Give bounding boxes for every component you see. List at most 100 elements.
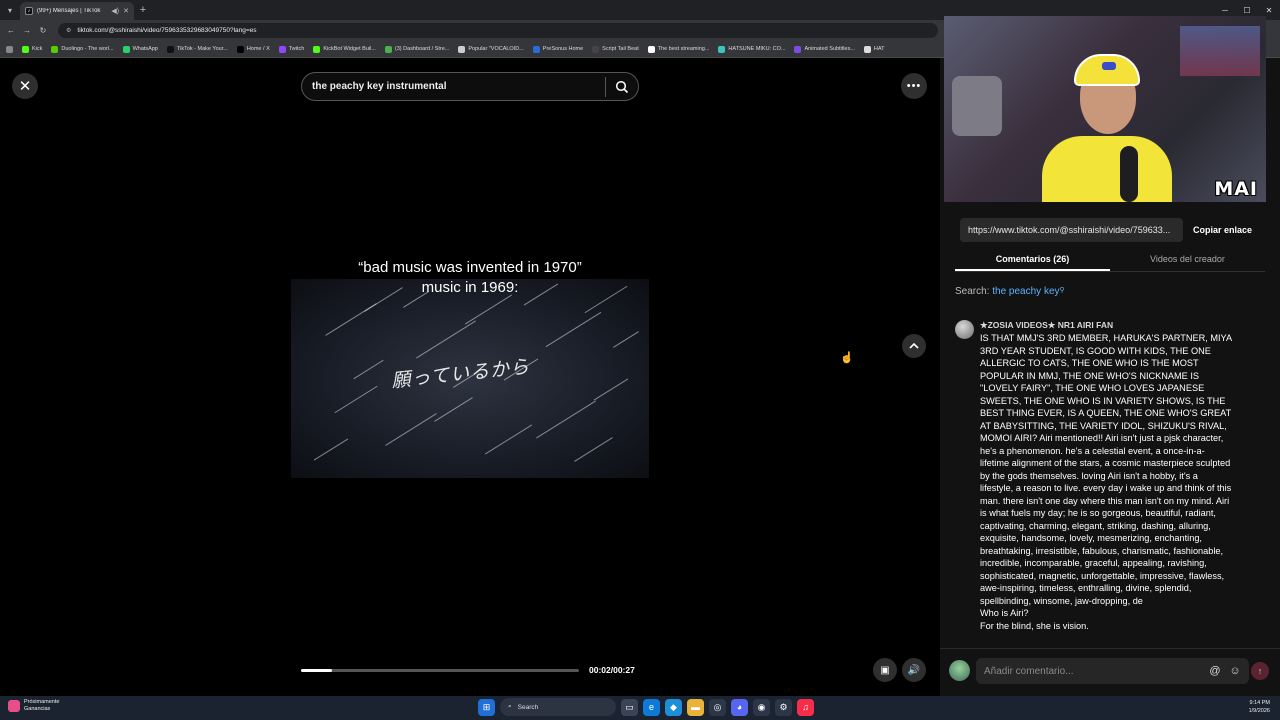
tiktok-favicon-icon: ♪ <box>25 7 33 15</box>
back-icon[interactable]: ← <box>4 24 18 38</box>
related-search-icon[interactable]: ⚲ <box>1060 287 1065 294</box>
avatar[interactable] <box>955 320 974 339</box>
floating-player-button[interactable]: ▣ <box>873 658 897 682</box>
rain-streak <box>536 400 596 439</box>
tab-comments[interactable]: Comentarios (26) <box>955 248 1110 271</box>
bookmark-label: Duolingo - The worl... <box>61 46 114 52</box>
bookmark-label: HATSUNE MIKU: CO... <box>728 46 786 52</box>
taskbar-apps: ⊞ ⌕ Search ▭ e ◆ ▬ ◎ ◕ ◉ ⚙ ♫ <box>478 698 814 716</box>
bookmark-favicon-icon <box>458 45 466 53</box>
caption-line-2: music in 1969: <box>421 279 519 296</box>
widgets-button[interactable]: Próximamente Ganancias <box>8 699 59 713</box>
bookmark-item[interactable]: Home / X <box>236 45 270 53</box>
bookmark-label: Twitch <box>288 46 305 52</box>
bookmark-favicon-icon <box>384 45 392 53</box>
file-explorer-icon[interactable]: ▬ <box>687 698 704 716</box>
bookmark-favicon-icon <box>863 45 871 53</box>
bookmark-item[interactable]: Animated Subtitles... <box>794 45 855 53</box>
chrome-icon[interactable]: ◉ <box>753 698 770 716</box>
bookmark-label: WhatsApp <box>132 46 158 52</box>
search-query[interactable]: the peachy key instrumental <box>312 81 605 92</box>
volume-icon: 🔊 <box>907 664 921 676</box>
webcam-background-chair <box>952 76 1002 136</box>
previous-video-button[interactable] <box>902 334 926 358</box>
rain-streak <box>593 378 629 401</box>
comment-input[interactable] <box>984 665 1203 677</box>
browser-tab[interactable]: ♪ (99+) Mensajes | TikTok ◀) ✕ <box>20 2 134 20</box>
comment-username[interactable]: ★ZOSIA VIDEOS★ NR1 AIRI FAN <box>980 320 1113 331</box>
forward-icon[interactable]: → <box>20 24 34 38</box>
webcam-background-shelf <box>1180 26 1260 76</box>
settings-icon[interactable]: ⚙ <box>775 698 792 716</box>
video-progress-bar[interactable] <box>301 669 579 672</box>
rain-streak <box>416 320 476 359</box>
volume-button[interactable]: 🔊 <box>902 658 926 682</box>
bookmark-item[interactable]: Duolingo - The worl... <box>51 45 114 53</box>
share-link-row: https://www.tiktok.com/@sshiraishi/video… <box>960 218 1262 242</box>
bookmark-item[interactable]: Popular "VOCALOID... <box>458 45 524 53</box>
speaker-icon[interactable]: ◀) <box>111 7 119 15</box>
rain-streak <box>574 437 613 462</box>
bookmark-item[interactable]: PreSonus Home <box>532 45 583 53</box>
url-field[interactable]: ⚙ tiktok.com/@sshiraishi/video/759633532… <box>58 23 938 38</box>
related-search-keyword[interactable]: the peachy key <box>992 286 1059 297</box>
taskbar-search[interactable]: ⌕ Search <box>500 698 616 716</box>
bookmark-item[interactable]: Script Tail Beat <box>592 45 639 53</box>
discord-icon[interactable]: ◕ <box>731 698 748 716</box>
site-info-icon[interactable]: ⚙ <box>66 27 71 34</box>
share-link-field[interactable]: https://www.tiktok.com/@sshiraishi/video… <box>960 218 1183 242</box>
video-frame-text: 願っているから <box>390 355 531 393</box>
bookmark-label: Animated Subtitles... <box>804 46 855 52</box>
floating-player-icon: ▣ <box>880 664 890 676</box>
bookmark-label: Kick <box>32 46 43 52</box>
bookmark-favicon-icon <box>647 45 655 53</box>
bookmark-item[interactable]: The best streaming... <box>647 45 709 53</box>
bookmark-favicon-icon <box>313 45 321 53</box>
taskbar-search-label: Search <box>517 703 539 711</box>
bookmark-item[interactable]: HATSUNE MIKU: CO... <box>718 45 786 53</box>
mention-icon[interactable]: @ <box>1207 663 1223 679</box>
related-search-prefix: Search: <box>955 286 993 297</box>
arrow-up-icon: ↑ <box>1257 666 1263 676</box>
apps-icon[interactable] <box>6 45 13 53</box>
system-clock[interactable]: 9:14 PM 1/9/2026 <box>1249 699 1270 715</box>
widget-line-2: Ganancias <box>24 706 51 712</box>
tab-search-icon[interactable]: ▾ <box>0 0 20 20</box>
panel-tabs: Comentarios (26) Videos del creador <box>955 248 1265 272</box>
webcam-overlay: MAI <box>944 16 1266 202</box>
webcam-label: MAI <box>1214 178 1258 200</box>
bookmark-item[interactable]: TikTok - Make Your... <box>166 45 228 53</box>
search-icon <box>615 80 629 93</box>
emoji-icon[interactable]: ☺ <box>1227 663 1243 679</box>
tab-close-icon[interactable]: ✕ <box>123 7 129 15</box>
tab-creator-videos[interactable]: Videos del creador <box>1110 248 1265 271</box>
caption-line-1: “bad music was invented in 1970” <box>358 259 582 276</box>
send-comment-button[interactable]: ↑ <box>1251 662 1269 680</box>
bookmark-item[interactable]: Kick <box>22 45 43 53</box>
rain-streak <box>484 424 533 455</box>
search-button[interactable] <box>606 80 638 94</box>
new-tab-button[interactable]: + <box>134 4 152 16</box>
bookmark-item[interactable]: KickBot Widget Buil... <box>313 45 376 53</box>
tiktok-video-page: ✕ the peachy key instrumental 願っているから “b… <box>0 16 1280 696</box>
close-video-button[interactable]: ✕ <box>12 73 38 99</box>
edge-icon[interactable]: e <box>643 698 660 716</box>
store-icon[interactable]: ◆ <box>665 698 682 716</box>
copy-link-button[interactable]: Copiar enlace <box>1183 218 1262 242</box>
clock-date: 1/9/2026 <box>1248 708 1270 714</box>
reload-icon[interactable]: ↻ <box>36 24 50 38</box>
bookmark-item[interactable]: WhatsApp <box>122 45 158 53</box>
video-player[interactable]: the peachy key instrumental 願っているから “bad… <box>291 58 649 696</box>
bookmark-item[interactable]: HAT <box>863 45 885 53</box>
obs-icon[interactable]: ◎ <box>709 698 726 716</box>
music-app-icon[interactable]: ♫ <box>797 698 814 716</box>
search-bar[interactable]: the peachy key instrumental <box>301 72 639 101</box>
bookmark-item[interactable]: Twitch <box>278 45 305 53</box>
task-view-icon[interactable]: ▭ <box>621 698 638 716</box>
more-options-button[interactable]: ••• <box>901 73 927 99</box>
start-icon[interactable]: ⊞ <box>478 698 495 716</box>
chevron-up-icon <box>909 342 919 349</box>
bookmark-favicon-icon <box>236 45 244 53</box>
bookmark-item[interactable]: (3) Dashboard / Stre... <box>384 45 449 53</box>
bookmark-favicon-icon <box>278 45 286 53</box>
